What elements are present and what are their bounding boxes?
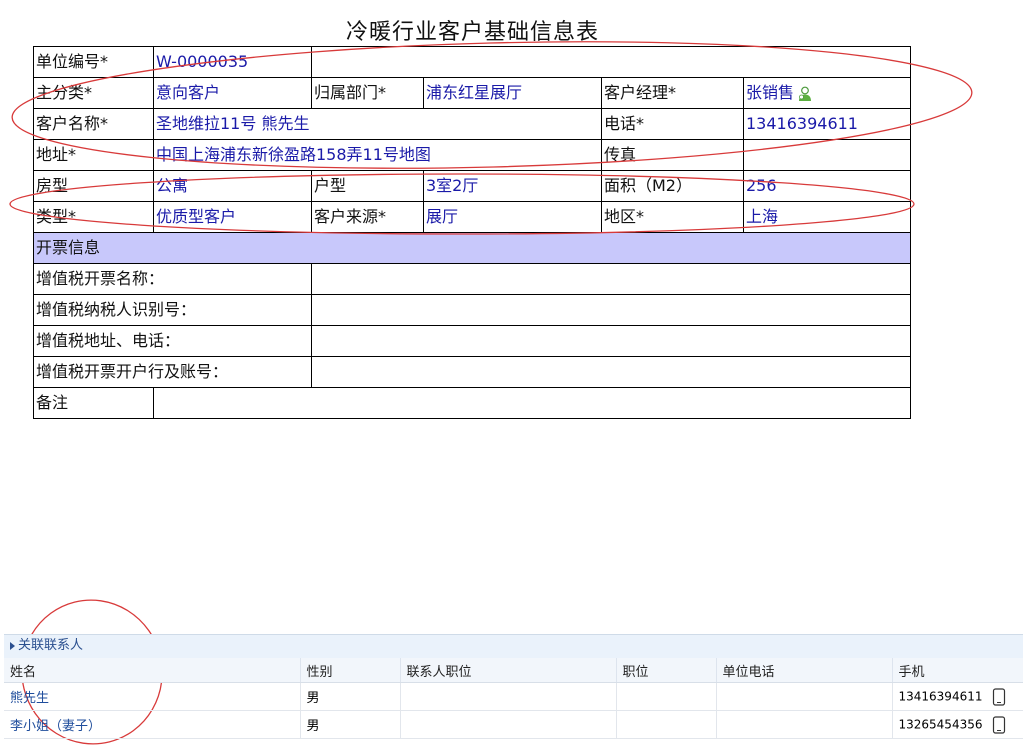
contact-gender: 男 — [300, 682, 401, 711]
region-value[interactable]: 上海 — [743, 201, 911, 233]
customer-name-label: 客户名称* — [33, 108, 154, 140]
area-value[interactable]: 256 — [743, 170, 911, 202]
mobile-cell: 13265454356 — [892, 710, 1023, 739]
manager-label: 客户经理* — [601, 77, 744, 109]
remarks-field[interactable] — [153, 387, 911, 419]
empty-cell — [311, 46, 911, 78]
vat-address-phone-label: 增值税地址、电话： — [33, 325, 312, 357]
column-header-gender[interactable]: 性别 — [300, 658, 401, 683]
region-label: 地区* — [601, 201, 744, 233]
position — [616, 682, 717, 711]
contact-gender: 男 — [300, 710, 401, 739]
mobile-phone-icon[interactable] — [992, 715, 1006, 734]
layout-value[interactable]: 3室2厅 — [423, 170, 602, 202]
contact-name-link[interactable]: 熊先生 — [4, 682, 301, 711]
user-icon[interactable] — [796, 86, 814, 102]
contacts-section-header[interactable]: 关联联系人 — [4, 634, 1023, 658]
column-header-office-phone[interactable]: 单位电话 — [716, 658, 893, 683]
phone-label: 电话* — [601, 108, 744, 140]
mobile-phone-icon[interactable] — [992, 687, 1006, 706]
manager-cell[interactable]: 张销售 — [743, 77, 911, 109]
address-value[interactable]: 中国上海浦东新徐盈路158弄11号 — [156, 145, 399, 164]
vat-bank-account-field[interactable] — [311, 356, 911, 388]
invoice-section-header: 开票信息 — [33, 232, 911, 264]
page-title: 冷暖行业客户基础信息表 — [345, 20, 599, 45]
unit-no-label: 单位编号* — [33, 46, 154, 78]
customer-name-value[interactable]: 圣地维拉11号 熊先生 — [153, 108, 602, 140]
customer-info-form: 单位编号* W-0000035 主分类* 意向客户 归属部门* 浦东红星展厅 客… — [33, 46, 911, 419]
position — [616, 710, 717, 739]
remarks-label: 备注 — [33, 387, 154, 419]
source-label: 客户来源* — [311, 201, 424, 233]
type-label: 类型* — [33, 201, 154, 233]
expand-triangle-icon — [10, 641, 15, 650]
source-value[interactable]: 展厅 — [423, 201, 602, 233]
main-category-value[interactable]: 意向客户 — [153, 77, 312, 109]
contacts-section-label: 关联联系人 — [18, 638, 84, 653]
department-value[interactable]: 浦东红星展厅 — [423, 77, 602, 109]
manager-value[interactable]: 张销售 — [746, 83, 794, 102]
vat-address-phone-field[interactable] — [311, 325, 911, 357]
column-header-name[interactable]: 姓名 — [4, 658, 301, 683]
main-category-label: 主分类* — [33, 77, 154, 109]
layout-label: 户型 — [311, 170, 424, 202]
column-header-contact-position[interactable]: 联系人职位 — [400, 658, 617, 683]
type-value[interactable]: 优质型客户 — [153, 201, 312, 233]
column-header-position[interactable]: 职位 — [616, 658, 717, 683]
office-phone — [716, 710, 893, 739]
mobile-number: 13265454356 — [898, 717, 983, 731]
vat-bank-account-label: 增值税开票开户行及账号： — [33, 356, 312, 388]
fax-value[interactable] — [743, 139, 911, 171]
table-row[interactable]: 熊先生 男 13416394611 — [4, 682, 1023, 711]
mobile-number: 13416394611 — [898, 689, 983, 703]
contacts-table: 姓名 性别 联系人职位 职位 单位电话 手机 熊先生 男 13416394611… — [4, 658, 1023, 739]
map-link[interactable]: 地图 — [399, 145, 431, 164]
table-row[interactable]: 李小姐（妻子） 男 13265454356 — [4, 710, 1023, 739]
house-type-value[interactable]: 公寓 — [153, 170, 312, 202]
vat-taxpayer-id-label: 增值税纳税人识别号： — [33, 294, 312, 326]
fax-label: 传真 — [601, 139, 744, 171]
department-label: 归属部门* — [311, 77, 424, 109]
mobile-cell: 13416394611 — [892, 682, 1023, 711]
vat-name-label: 增值税开票名称： — [33, 263, 312, 295]
contact-name-link[interactable]: 李小姐（妻子） — [4, 710, 301, 739]
house-type-label: 房型 — [33, 170, 154, 202]
contact-position — [400, 682, 617, 711]
address-cell: 中国上海浦东新徐盈路158弄11号地图 — [153, 139, 602, 171]
contacts-header-row: 姓名 性别 联系人职位 职位 单位电话 手机 — [4, 658, 1023, 683]
address-label: 地址* — [33, 139, 154, 171]
area-label: 面积（M2） — [601, 170, 744, 202]
vat-name-field[interactable] — [311, 263, 911, 295]
phone-value[interactable]: 13416394611 — [743, 108, 911, 140]
vat-taxpayer-id-field[interactable] — [311, 294, 911, 326]
unit-no-value[interactable]: W-0000035 — [153, 46, 312, 78]
contact-position — [400, 710, 617, 739]
office-phone — [716, 682, 893, 711]
column-header-mobile[interactable]: 手机 — [892, 658, 1023, 683]
